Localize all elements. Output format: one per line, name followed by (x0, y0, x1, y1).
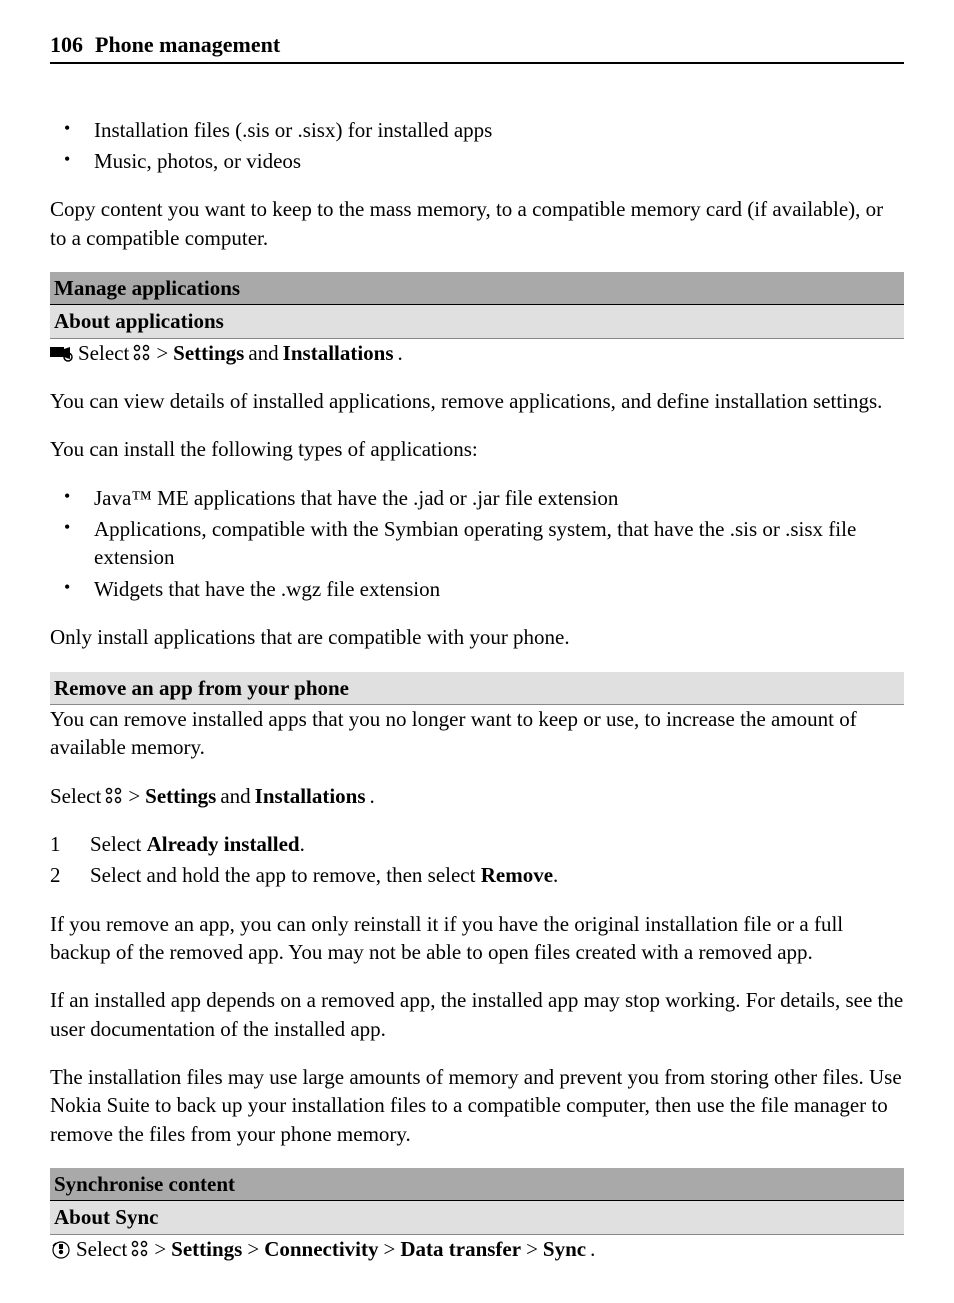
text: . (590, 1235, 595, 1263)
text: . (398, 339, 403, 367)
chevron-right-text: > (247, 1235, 259, 1263)
text: Select (76, 1235, 127, 1263)
bullets-top: Installation files (.sis or .sisx) for i… (50, 116, 904, 176)
list-item: Widgets that have the .wgz file extensio… (50, 575, 904, 603)
step-item: 1 Select Already installed. (50, 830, 904, 858)
paragraph: You can install the following types of a… (50, 435, 904, 463)
list-item: Music, photos, or videos (50, 147, 904, 175)
section-heading-manage-applications: Manage applications (50, 272, 904, 305)
list-item: Applications, compatible with the Symbia… (50, 515, 904, 572)
path-settings: Settings (171, 1235, 242, 1263)
text: Select (78, 339, 129, 367)
path-connectivity: Connectivity (264, 1235, 378, 1263)
page-number: 106 (50, 30, 83, 60)
step-bold: Remove (481, 863, 553, 887)
paragraph: If an installed app depends on a removed… (50, 986, 904, 1043)
page-header: 106 Phone management (50, 30, 904, 64)
section-subheading-about-sync: About Sync (50, 1201, 904, 1234)
chevron-right-text: > (384, 1235, 396, 1263)
path-installations: Installations (255, 782, 366, 810)
step-number: 2 (50, 861, 61, 889)
path-installations: Installations (283, 339, 394, 367)
paragraph: Only install applications that are compa… (50, 623, 904, 651)
chevron-right-text: > (156, 339, 168, 367)
step-item: 2 Select and hold the app to remove, the… (50, 861, 904, 889)
path-sync: Sync (543, 1235, 586, 1263)
paragraph: If you remove an app, you can only reins… (50, 910, 904, 967)
navigation-path: Select > Settings and Installations. (50, 782, 904, 810)
page-title: Phone management (95, 30, 280, 60)
step-bold: Already installed (147, 832, 300, 856)
section-heading-synchronise: Synchronise content (50, 1168, 904, 1201)
list-item: Installation files (.sis or .sisx) for i… (50, 116, 904, 144)
path-settings: Settings (173, 339, 244, 367)
paragraph: Copy content you want to keep to the mas… (50, 195, 904, 252)
text: and (220, 782, 250, 810)
paragraph: The installation files may use large amo… (50, 1063, 904, 1148)
menu-grid-icon (105, 787, 123, 805)
path-settings: Settings (145, 782, 216, 810)
text: Select (50, 782, 101, 810)
list-item: Java™ ME applications that have the .jad… (50, 484, 904, 512)
text: and (248, 339, 278, 367)
steps-list: 1 Select Already installed. 2 Select and… (50, 830, 904, 890)
chevron-right-text: > (526, 1235, 538, 1263)
section-heading-remove-app: Remove an app from your phone (50, 672, 904, 705)
step-number: 1 (50, 830, 61, 858)
navigation-path: Select > Settings and Installations. (50, 339, 904, 367)
chevron-right-text: > (128, 782, 140, 810)
text: . (300, 832, 305, 856)
sync-icon (50, 1239, 72, 1259)
menu-grid-icon (131, 1240, 149, 1258)
menu-grid-icon (133, 344, 151, 362)
section-subheading-about-applications: About applications (50, 305, 904, 338)
settings-tool-icon (50, 344, 74, 362)
path-data-transfer: Data transfer (400, 1235, 521, 1263)
chevron-right-text: > (154, 1235, 166, 1263)
text: . (553, 863, 558, 887)
text: Select (90, 832, 147, 856)
text: Select and hold the app to remove, then … (90, 863, 481, 887)
bullets-app-types: Java™ ME applications that have the .jad… (50, 484, 904, 603)
text: . (370, 782, 375, 810)
paragraph: You can view details of installed applic… (50, 387, 904, 415)
navigation-path: Select > Settings > Connectivity > Data … (50, 1235, 904, 1263)
paragraph: You can remove installed apps that you n… (50, 705, 904, 762)
